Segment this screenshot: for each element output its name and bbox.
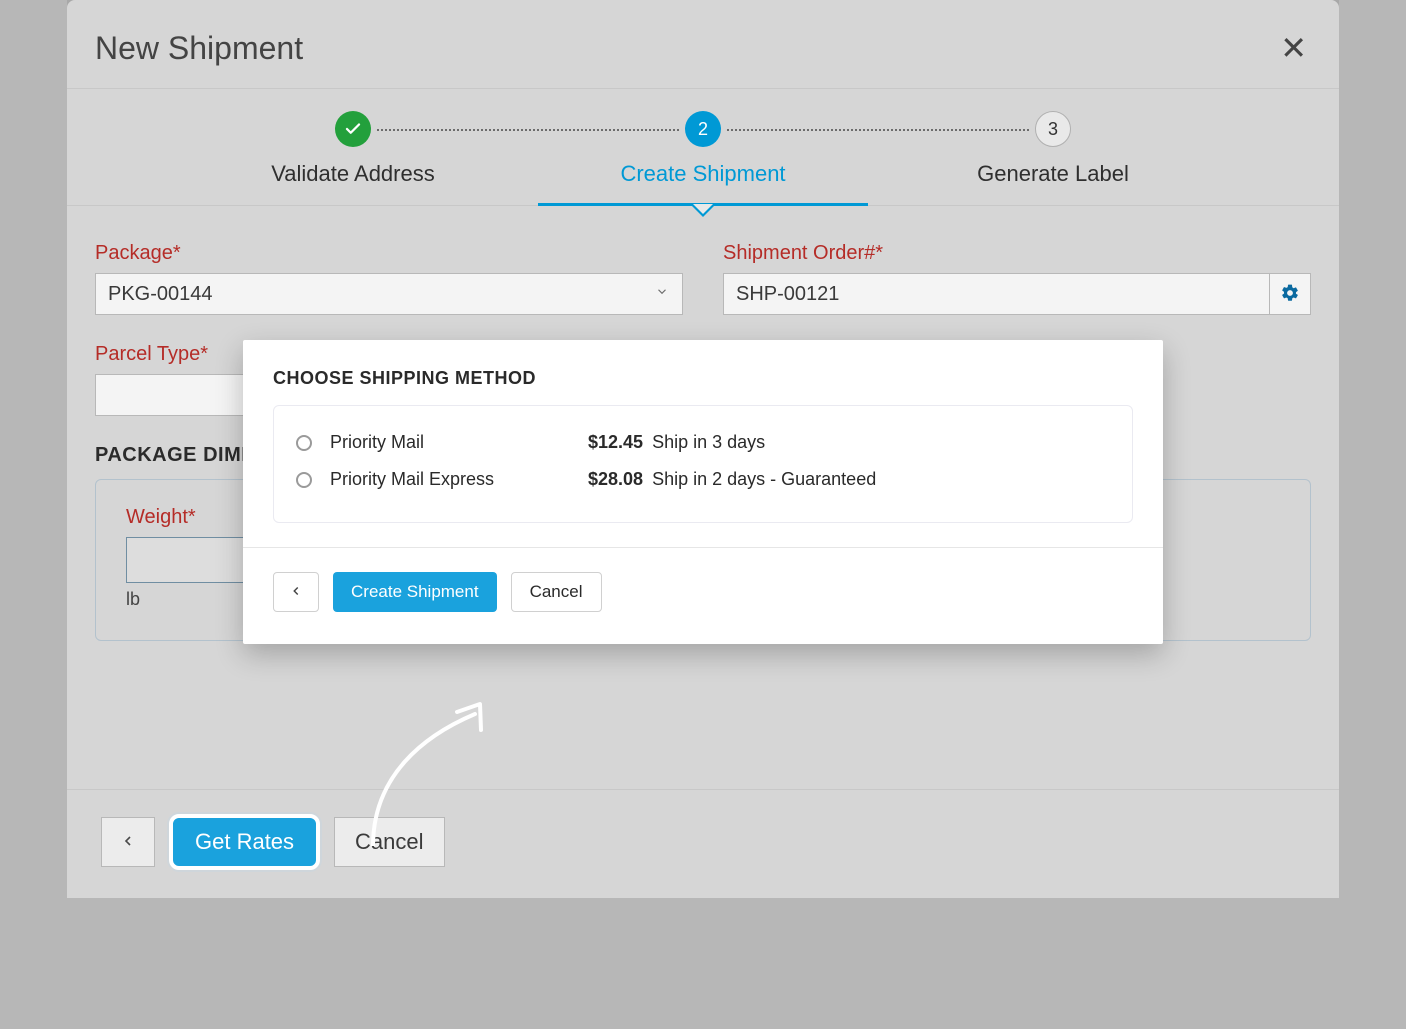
shipping-method-option[interactable]: Priority Mail Express $28.08 Ship in 2 d… (296, 461, 1110, 498)
modal-cancel-button[interactable]: Cancel (511, 572, 602, 612)
shipment-order-settings-button[interactable] (1270, 273, 1311, 315)
chevron-left-icon (289, 584, 303, 601)
shipping-method-list: Priority Mail $12.45 Ship in 3 days Prio… (273, 405, 1133, 523)
check-icon (335, 111, 371, 147)
method-detail: Ship in 3 days (652, 432, 765, 452)
get-rates-button[interactable]: Get Rates (169, 814, 320, 870)
chevron-left-icon (120, 829, 136, 855)
package-select[interactable] (95, 273, 683, 315)
method-price: $28.08 (588, 469, 643, 489)
step-generate-label[interactable]: 3 Generate Label (878, 111, 1228, 205)
create-shipment-button[interactable]: Create Shipment (333, 572, 497, 612)
shipping-method-option[interactable]: Priority Mail $12.45 Ship in 3 days (296, 424, 1110, 461)
active-step-caret-icon (691, 205, 715, 217)
step-number-icon: 3 (1035, 111, 1071, 147)
page-title: New Shipment (95, 30, 303, 67)
method-price: $12.45 (588, 432, 643, 452)
divider (243, 547, 1163, 548)
shipment-order-label: Shipment Order#* (723, 242, 1311, 265)
shipment-dialog: New Shipment ✕ Validate Address 2 Create… (67, 0, 1339, 898)
shipping-method-modal: CHOOSE SHIPPING METHOD Priority Mail $12… (243, 340, 1163, 644)
shipment-order-input[interactable] (723, 273, 1270, 315)
step-create-shipment[interactable]: 2 Create Shipment (528, 111, 878, 205)
step-label: Validate Address (271, 161, 434, 205)
radio-icon (296, 435, 312, 451)
close-icon[interactable]: ✕ (1276, 28, 1311, 68)
method-name: Priority Mail Express (330, 469, 570, 490)
cancel-button[interactable]: Cancel (334, 817, 444, 867)
stepper: Validate Address 2 Create Shipment 3 Gen… (67, 88, 1339, 206)
radio-icon (296, 472, 312, 488)
gear-icon (1280, 283, 1300, 306)
step-validate-address[interactable]: Validate Address (178, 111, 528, 205)
package-label: Package* (95, 242, 683, 265)
method-detail: Ship in 2 days - Guaranteed (652, 469, 876, 489)
step-number-icon: 2 (685, 111, 721, 147)
modal-title: CHOOSE SHIPPING METHOD (273, 368, 1133, 389)
step-label: Create Shipment (620, 161, 785, 205)
method-name: Priority Mail (330, 432, 570, 453)
modal-actions: Create Shipment Cancel (273, 572, 1133, 612)
step-connector (377, 129, 679, 131)
titlebar: New Shipment ✕ (67, 0, 1339, 88)
step-label: Generate Label (977, 161, 1129, 205)
step-connector (727, 129, 1029, 131)
back-button[interactable] (101, 817, 155, 867)
modal-back-button[interactable] (273, 572, 319, 612)
bottom-action-bar: Get Rates Cancel (67, 789, 1339, 870)
